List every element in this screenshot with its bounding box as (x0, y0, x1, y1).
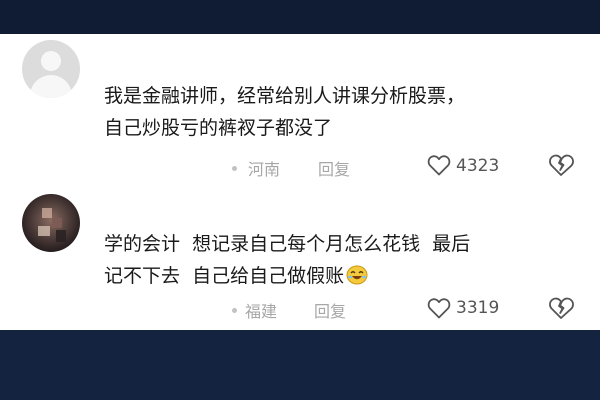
location-label: 福建 (245, 302, 278, 321)
default-avatar-icon[interactable] (22, 40, 80, 98)
comment-line-with-emoji: 记不下去 自己给自己做假账 (104, 260, 584, 292)
bottom-dark-band (0, 330, 600, 400)
avatar-pixel (42, 208, 52, 218)
comment-line: 学的会计 想记录自己每个月怎么花钱 最后 (104, 233, 471, 255)
avatar-pixel (38, 226, 50, 236)
separator-dot (232, 166, 237, 171)
location-label: 河南 (248, 160, 281, 179)
avatar-head-shape (41, 51, 61, 71)
like-count: 3319 (456, 298, 500, 318)
separator-dot (232, 308, 237, 313)
comment-text: 我是金融讲师，经常给别人讲课分析股票， 自己炒股亏的裤衩子都没了 (104, 80, 584, 144)
avatar-pixel (52, 218, 62, 228)
comment-line: 记不下去 自己给自己做假账 (104, 265, 345, 287)
blurred-photo-avatar[interactable] (22, 194, 80, 252)
heart-icon[interactable] (427, 297, 451, 319)
comment-line: 我是金融讲师，经常给别人讲课分析股票， (104, 85, 466, 107)
comment-text: 学的会计 想记录自己每个月怎么花钱 最后 记不下去 自己给自己做假账 (104, 228, 584, 292)
broken-heart-icon[interactable] (548, 153, 574, 177)
comment-line: 自己炒股亏的裤衩子都没了 (104, 117, 333, 139)
like-count: 4323 (456, 156, 500, 176)
avatar-pixel (56, 230, 66, 242)
laughing-emoji-icon (346, 265, 368, 285)
reply-button[interactable]: 回复 (318, 156, 350, 180)
heart-icon[interactable] (427, 154, 451, 176)
avatar-body-shape (30, 75, 72, 98)
reply-button[interactable]: 回复 (314, 298, 346, 322)
top-dark-band (0, 0, 600, 34)
broken-heart-icon[interactable] (548, 296, 574, 320)
